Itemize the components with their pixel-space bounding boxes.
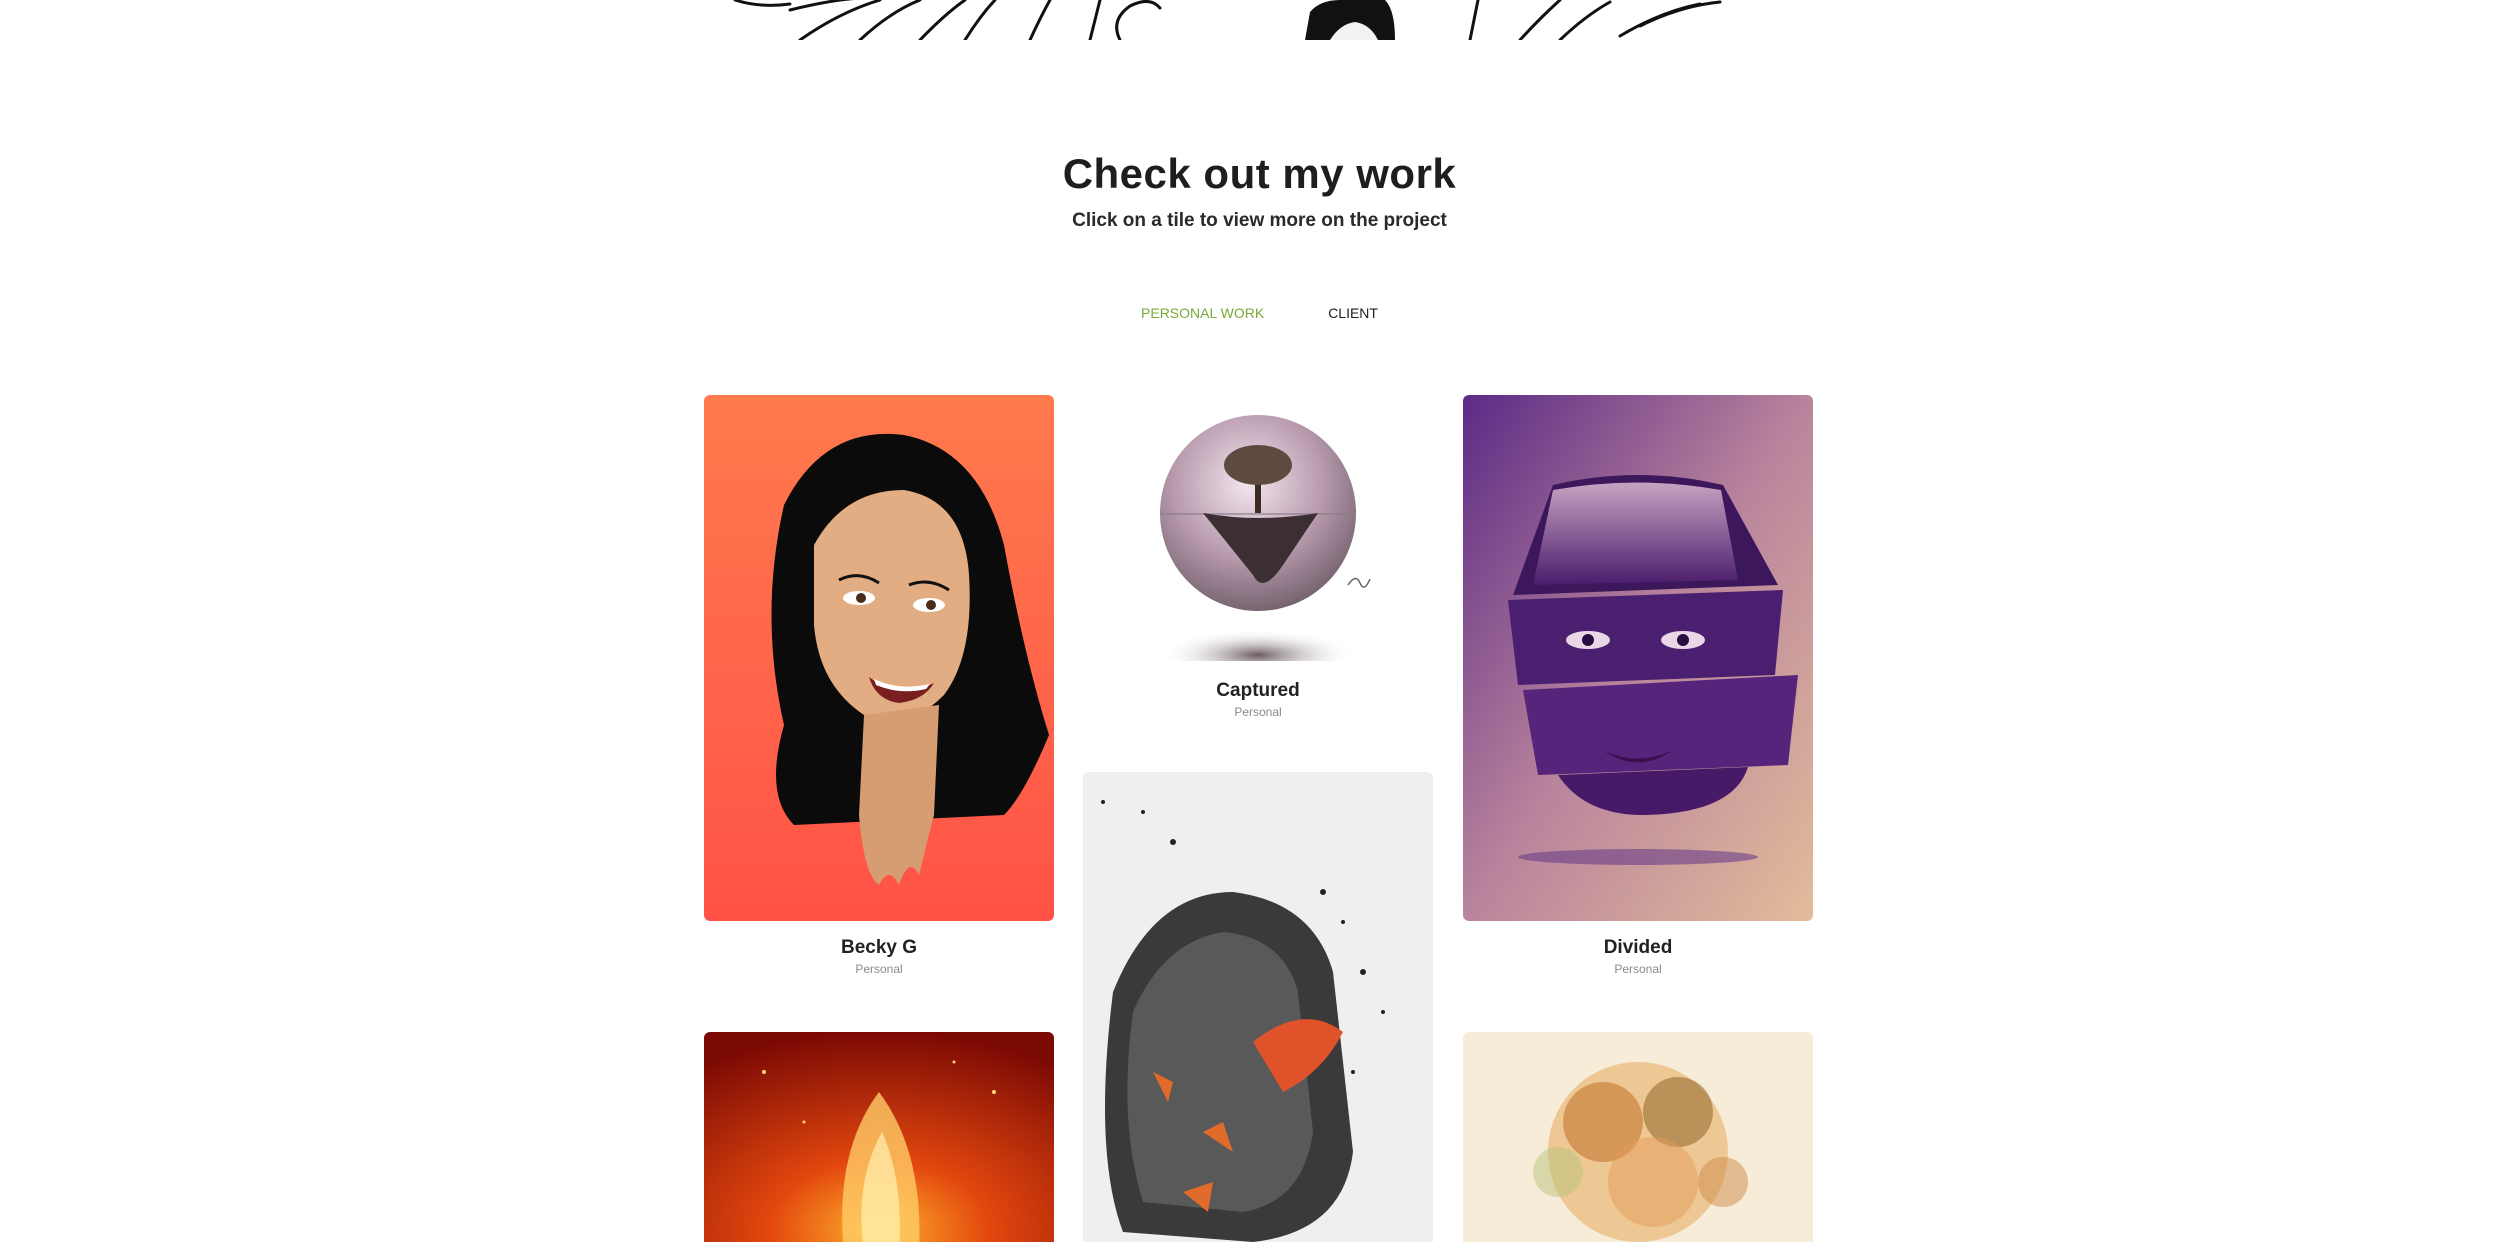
tile-caption: Divided Personal (1463, 937, 1813, 976)
portfolio-tile-fire[interactable] (704, 1032, 1054, 1242)
filter-tabs: PERSONAL WORK CLIENT (0, 305, 2519, 321)
tile-title: Becky G (840, 937, 918, 958)
tab-personal-work[interactable]: PERSONAL WORK (1141, 305, 1264, 321)
hero-illustration-strip (0, 0, 2519, 40)
tab-client[interactable]: CLIENT (1328, 305, 1378, 321)
tile-caption: Becky G Personal (704, 937, 1054, 976)
tile-category: Personal (1614, 962, 1662, 976)
page-subtitle: Click on a tile to view more on the proj… (1072, 210, 1447, 231)
portfolio-tile-divided[interactable]: Divided Personal (1463, 395, 1813, 985)
tile-category: Personal (855, 962, 903, 976)
tile-image-divided (1463, 395, 1813, 921)
portfolio-tile-fist[interactable] (1083, 772, 1433, 1242)
tile-title: Divided (1603, 937, 1673, 958)
tile-image-fire (704, 1032, 1054, 1242)
tile-category: Personal (1234, 705, 1282, 719)
tile-image-becky-g (704, 395, 1054, 921)
tile-image-captured (1083, 395, 1433, 661)
portfolio-tile-becky-g[interactable]: Becky G Personal (704, 395, 1054, 985)
page-title: Check out my work (1062, 150, 1457, 197)
portfolio-tile-watercolor[interactable] (1463, 1032, 1813, 1242)
portfolio-tile-captured[interactable]: Captured Personal (1083, 395, 1433, 725)
section-heading: Check out my work Click on a tile to vie… (0, 150, 2519, 232)
tile-image-fist (1083, 772, 1433, 1242)
tile-image-watercolor (1463, 1032, 1813, 1242)
tile-caption: Captured Personal (1083, 680, 1433, 719)
tile-title: Captured (1216, 680, 1300, 701)
